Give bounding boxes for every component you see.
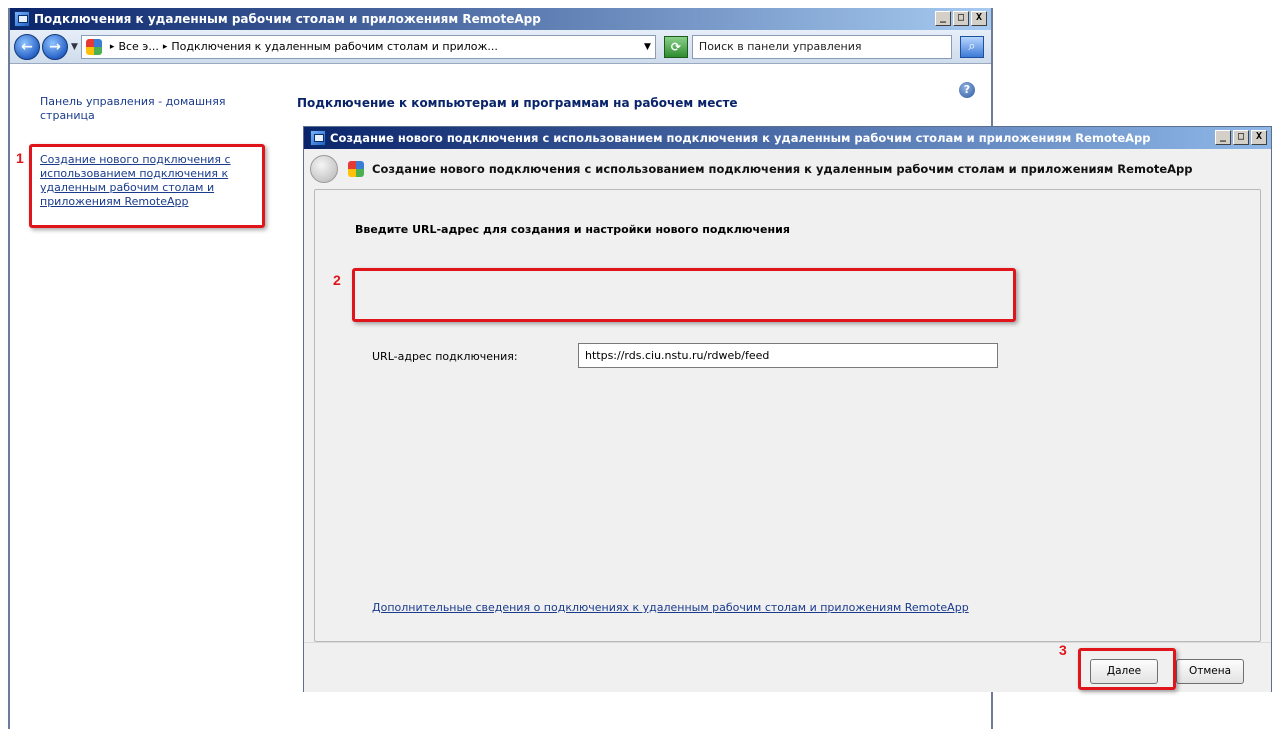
wizard-back-button[interactable]	[310, 155, 338, 183]
breadcrumb-separator-icon[interactable]: ▸	[110, 42, 115, 52]
dialog-header: Создание нового подключения с использова…	[304, 149, 1271, 189]
dialog-titlebar[interactable]: Создание нового подключения с использова…	[304, 127, 1271, 149]
step-2-label: 2	[333, 272, 341, 288]
breadcrumb-current[interactable]: Подключения к удаленным рабочим столам и…	[171, 40, 497, 53]
window-edge	[991, 690, 993, 729]
main-window-title: Подключения к удаленным рабочим столам и…	[34, 12, 541, 26]
page-title: Подключение к компьютерам и программам н…	[297, 96, 738, 110]
address-toolbar: ← → ▼ ▸ Все э... ▸ Подключения к удаленн…	[10, 30, 991, 64]
dialog-title: Создание нового подключения с использова…	[330, 131, 1151, 145]
help-icon[interactable]: ?	[959, 82, 975, 98]
remoteapp-wizard-icon	[348, 161, 364, 177]
step-3-highlight	[1078, 648, 1176, 690]
main-window-controls: _ □ X	[935, 11, 987, 26]
step-2-highlight	[352, 268, 1016, 322]
main-titlebar[interactable]: Подключения к удаленным рабочим столам и…	[10, 8, 991, 30]
control-panel-icon	[85, 38, 102, 55]
remoteapp-icon	[14, 11, 30, 27]
dialog-body: Введите URL-адрес для создания и настрой…	[314, 189, 1261, 642]
dialog-header-text: Создание нового подключения с использова…	[372, 162, 1193, 176]
step-3-label: 3	[1059, 642, 1067, 658]
back-arrow-icon: ←	[21, 38, 33, 55]
dialog-window-controls: _ □ X	[1215, 130, 1267, 145]
new-connection-dialog: Создание нового подключения с использова…	[303, 126, 1272, 692]
step-1-label: 1	[16, 150, 24, 166]
search-icon: ⌕	[968, 39, 976, 54]
search-input[interactable]: Поиск в панели управления	[691, 34, 952, 59]
history-dropdown-icon[interactable]: ▼	[71, 42, 78, 52]
url-label: URL-адрес подключения:	[372, 350, 518, 363]
minimize-button[interactable]: _	[1215, 130, 1231, 145]
breadcrumb-separator-icon[interactable]: ▸	[163, 42, 168, 52]
url-field[interactable]: https://rds.ciu.nstu.ru/rdweb/feed	[578, 343, 998, 368]
maximize-button[interactable]: □	[1233, 130, 1249, 145]
close-button[interactable]: X	[1251, 130, 1267, 145]
dialog-instruction: Введите URL-адрес для создания и настрой…	[355, 223, 790, 236]
more-info-link[interactable]: Дополнительные сведения о подключениях к…	[372, 600, 992, 615]
control-panel-home-link[interactable]: Панель управления - домашняя страница	[40, 95, 240, 123]
maximize-button[interactable]: □	[953, 11, 969, 26]
search-button[interactable]: ⌕	[959, 35, 984, 58]
back-button[interactable]: ←	[14, 33, 40, 60]
chevron-down-icon[interactable]: ▼	[644, 42, 651, 52]
step-1-highlight	[29, 144, 265, 228]
refresh-icon: ⟳	[670, 39, 681, 54]
remoteapp-icon	[310, 130, 326, 146]
cancel-button[interactable]: Отмена	[1176, 659, 1244, 684]
refresh-button[interactable]: ⟳	[663, 35, 688, 58]
minimize-button[interactable]: _	[935, 11, 951, 26]
breadcrumb[interactable]: ▸ Все э... ▸ Подключения к удаленным раб…	[80, 34, 656, 59]
close-button[interactable]: X	[971, 11, 987, 26]
breadcrumb-root[interactable]: Все э...	[118, 40, 158, 53]
forward-arrow-icon: →	[49, 38, 61, 55]
forward-button[interactable]: →	[42, 33, 68, 60]
